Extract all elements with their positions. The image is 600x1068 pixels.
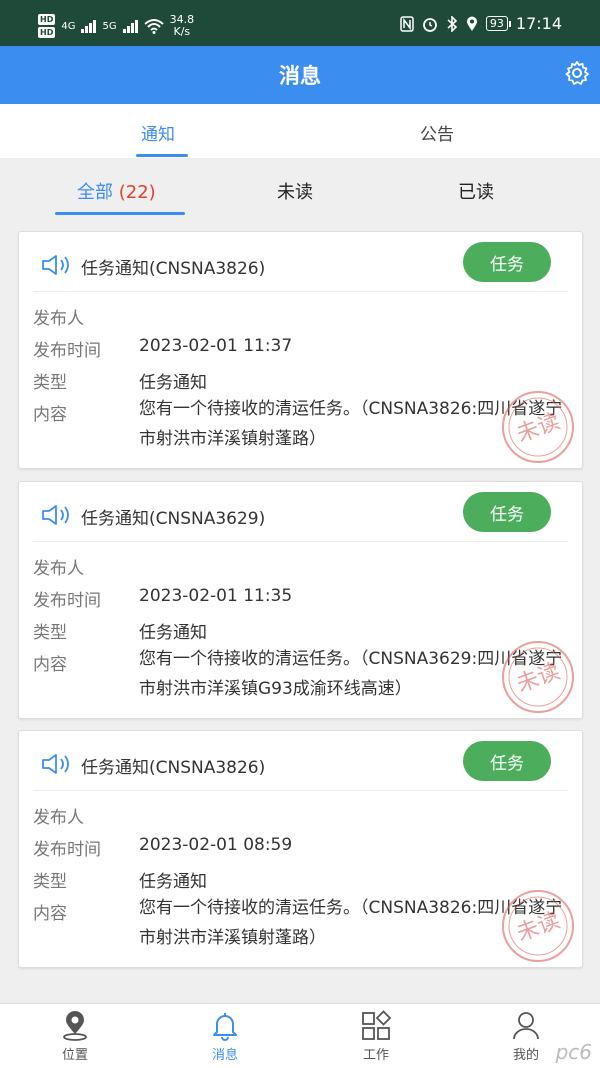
card-title: 任务通知(CNSNA3826): [81, 259, 266, 279]
time-value: 2023-02-01 11:37: [139, 336, 293, 356]
stamp-text: 未读: [514, 908, 564, 947]
filter-tabs: 全部 (22) 未读 已读: [0, 164, 600, 216]
filter-indicator: [55, 212, 185, 215]
content-label: 内容: [33, 405, 67, 425]
message-card[interactable]: 任务通知(CNSNA3826) 任务 发布人 发布时间 2023-02-01 0…: [18, 730, 583, 968]
bell-icon: [213, 1013, 237, 1041]
nav-work[interactable]: 工作: [336, 1010, 416, 1068]
time-label: 发布时间: [33, 840, 101, 860]
network-label-1: 4G: [61, 20, 76, 32]
content-label: 内容: [33, 904, 67, 924]
top-tabs: 通知 公告: [0, 104, 600, 158]
type-value: 任务通知: [139, 872, 207, 892]
signal-icon: [81, 19, 97, 33]
time-value: 2023-02-01 11:35: [139, 586, 293, 606]
card-header: 任务通知(CNSNA3629) 任务: [19, 482, 582, 542]
bottom-nav: 位置 消息 工作 我的: [0, 1003, 600, 1068]
task-badge[interactable]: 任务: [463, 492, 551, 532]
card-divider: [33, 541, 568, 542]
publisher-label: 发布人: [33, 808, 84, 828]
speaker-icon: [42, 754, 69, 774]
watermark-logo: pc6: [555, 1040, 592, 1064]
page-title: 消息: [279, 64, 321, 88]
status-bar: HD HD 4G 5G 34.8 K/s 93 17:14: [0, 0, 600, 46]
tab-announcement[interactable]: 公告: [420, 120, 454, 145]
card-header: 任务通知(CNSNA3826) 任务: [19, 232, 582, 292]
task-badge[interactable]: 任务: [463, 242, 551, 282]
card-header: 任务通知(CNSNA3826) 任务: [19, 731, 582, 791]
location-pin-icon: [63, 1011, 87, 1041]
hd-badge-2: HD: [38, 27, 56, 38]
filter-read[interactable]: 已读: [458, 178, 494, 204]
publisher-label: 发布人: [33, 559, 84, 579]
nav-messages-label: 消息: [211, 1048, 238, 1063]
filter-unread[interactable]: 未读: [277, 178, 313, 204]
speed-unit: K/s: [173, 25, 191, 38]
card-title: 任务通知(CNSNA3629): [81, 509, 266, 529]
message-card[interactable]: 任务通知(CNSNA3826) 任务 发布人 发布时间 2023-02-01 1…: [18, 231, 583, 469]
battery-icon: 93: [485, 16, 511, 31]
type-label: 类型: [33, 373, 67, 393]
tab-indicator: [136, 154, 188, 157]
card-divider: [33, 291, 568, 292]
status-right: 93 17:14: [400, 14, 562, 33]
nfc-icon: [400, 15, 414, 32]
speaker-icon: [42, 255, 69, 275]
filter-all-count: (22): [118, 182, 156, 203]
status-left: HD HD 4G 5G 34.8 K/s: [38, 14, 194, 38]
type-label: 类型: [33, 872, 67, 892]
filter-all[interactable]: 全部 (22): [77, 178, 156, 204]
card-title: 任务通知(CNSNA3826): [81, 758, 266, 778]
grid-icon: [362, 1010, 392, 1040]
type-label: 类型: [33, 623, 67, 643]
user-icon: [513, 1012, 539, 1040]
time-label: 发布时间: [33, 591, 101, 611]
hd-badge-1: HD: [38, 14, 56, 25]
bluetooth-icon: [447, 15, 458, 32]
time-value: 2023-02-01 08:59: [139, 835, 293, 855]
nav-profile[interactable]: 我的: [486, 1010, 566, 1068]
nav-location[interactable]: 位置: [35, 1010, 115, 1068]
tab-notice[interactable]: 通知: [141, 120, 175, 145]
content-label: 内容: [33, 655, 67, 675]
signal-icon-2: [122, 19, 138, 33]
network-label-2: 5G: [102, 20, 117, 32]
card-divider: [33, 790, 568, 791]
network-speed: 34.8 K/s: [170, 14, 195, 38]
publisher-label: 发布人: [33, 309, 84, 329]
nav-location-label: 位置: [61, 1048, 88, 1063]
location-icon: [466, 16, 477, 31]
task-badge[interactable]: 任务: [463, 741, 551, 781]
unread-stamp: 未读: [502, 890, 574, 962]
speaker-icon: [42, 505, 69, 525]
nav-work-label: 工作: [362, 1048, 389, 1063]
unread-stamp: 未读: [502, 641, 574, 713]
type-value: 任务通知: [139, 623, 207, 643]
alarm-icon: [422, 17, 437, 32]
time-label: 发布时间: [33, 341, 101, 361]
filter-all-label: 全部: [77, 182, 113, 203]
nav-messages[interactable]: 消息: [185, 1010, 265, 1068]
clock: 17:14: [515, 14, 562, 33]
unread-stamp: 未读: [502, 391, 574, 463]
stamp-text: 未读: [514, 659, 564, 698]
nav-profile-label: 我的: [512, 1048, 539, 1063]
stamp-text: 未读: [514, 409, 564, 448]
hd-badges: HD HD: [38, 14, 56, 38]
type-value: 任务通知: [139, 373, 207, 393]
message-card[interactable]: 任务通知(CNSNA3629) 任务 发布人 发布时间 2023-02-01 1…: [18, 481, 583, 719]
wifi-icon: [143, 19, 164, 34]
app-header: 消息: [0, 46, 600, 104]
gear-icon[interactable]: [564, 60, 590, 86]
